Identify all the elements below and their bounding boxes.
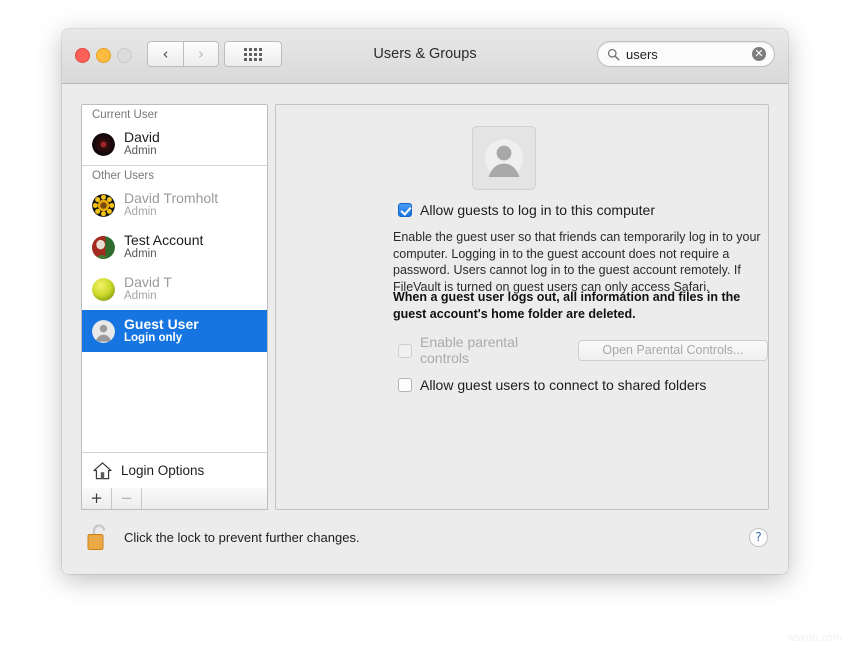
search-field[interactable]: users ✕ [597, 41, 775, 67]
enable-parental-controls-checkbox [398, 343, 412, 358]
user-texts: David T Admin [124, 275, 172, 304]
user-row-david-t[interactable]: David T Admin [82, 268, 267, 310]
allow-guests-row[interactable]: Allow guests to log in to this computer [398, 202, 655, 218]
add-user-button[interactable]: + [82, 488, 112, 509]
avatar [92, 132, 115, 156]
login-options-section: Login Options [82, 452, 267, 488]
search-input[interactable]: users [626, 47, 752, 62]
allow-guests-checkbox[interactable] [398, 203, 412, 217]
user-row-david-tromholt[interactable]: David Tromholt Admin [82, 184, 267, 226]
user-name: David Tromholt [124, 190, 219, 206]
watermark: wsxdn.com [786, 632, 842, 644]
user-texts: Test Account Admin [124, 233, 203, 262]
guest-description: Enable the guest user so that friends ca… [393, 230, 761, 294]
guest-warning-text: When a guest user logs out, all informat… [393, 290, 741, 321]
user-name: Guest User [124, 316, 199, 332]
help-button[interactable]: ? [749, 528, 768, 547]
user-row-david[interactable]: David Admin [82, 123, 267, 165]
search-icon [607, 48, 620, 60]
avatar [92, 319, 115, 343]
guest-user-panel: Allow guests to log in to this computer … [275, 104, 769, 510]
user-row-test-account[interactable]: Test Account Admin [82, 226, 267, 268]
enable-parental-controls-label: Enable parental controls [420, 334, 519, 366]
window-titlebar: ‹ › Users & Groups users ✕ [62, 29, 788, 84]
preferences-window: ‹ › Users & Groups users ✕ Current User [62, 29, 788, 574]
user-list-sidebar: Current User David Admin Other Users Dav… [81, 104, 268, 489]
open-parental-controls-button: Open Parental Controls... [577, 339, 768, 361]
user-role: Admin [124, 248, 157, 261]
unlocked-padlock-icon[interactable] [86, 522, 110, 552]
shared-folders-label: Allow guest users to connect to shared f… [420, 377, 707, 393]
user-texts: David Tromholt Admin [124, 191, 218, 220]
avatar [92, 235, 115, 259]
window-body: Current User David Admin Other Users Dav… [62, 84, 788, 574]
user-name: David T [124, 274, 172, 290]
allow-guests-label: Allow guests to log in to this computer [420, 202, 656, 218]
clear-search-icon[interactable]: ✕ [752, 47, 766, 61]
remove-user-button[interactable]: − [112, 488, 142, 509]
lock-bar: Click the lock to prevent further change… [62, 510, 788, 574]
user-role: Admin [124, 206, 157, 219]
user-role: Admin [124, 145, 157, 158]
group-header-other-users: Other Users [82, 166, 267, 184]
group-header-current-user: Current User [82, 105, 267, 123]
user-texts: David Admin [124, 130, 160, 159]
toolbar-filler [142, 488, 267, 509]
user-role: Login only [124, 332, 183, 345]
user-row-guest-user[interactable]: Guest User Login only [82, 310, 267, 352]
sidebar-item-login-options[interactable]: Login Options [82, 453, 267, 488]
user-texts: Guest User Login only [124, 317, 199, 346]
user-name: David [124, 129, 160, 145]
parental-controls-row: Enable parental controls Open Parental C… [398, 334, 768, 366]
user-name: Test Account [124, 232, 204, 248]
avatar [92, 277, 115, 301]
home-icon [93, 461, 112, 479]
add-remove-user-toolbar: + − [81, 488, 268, 510]
shared-folders-row[interactable]: Allow guest users to connect to shared f… [398, 377, 706, 393]
avatar [92, 193, 115, 217]
shared-folders-checkbox[interactable] [398, 378, 412, 392]
login-options-label: Login Options [121, 463, 205, 478]
guest-avatar[interactable] [472, 126, 536, 190]
lock-bar-text: Click the lock to prevent further change… [124, 530, 360, 545]
user-role: Admin [124, 290, 157, 303]
